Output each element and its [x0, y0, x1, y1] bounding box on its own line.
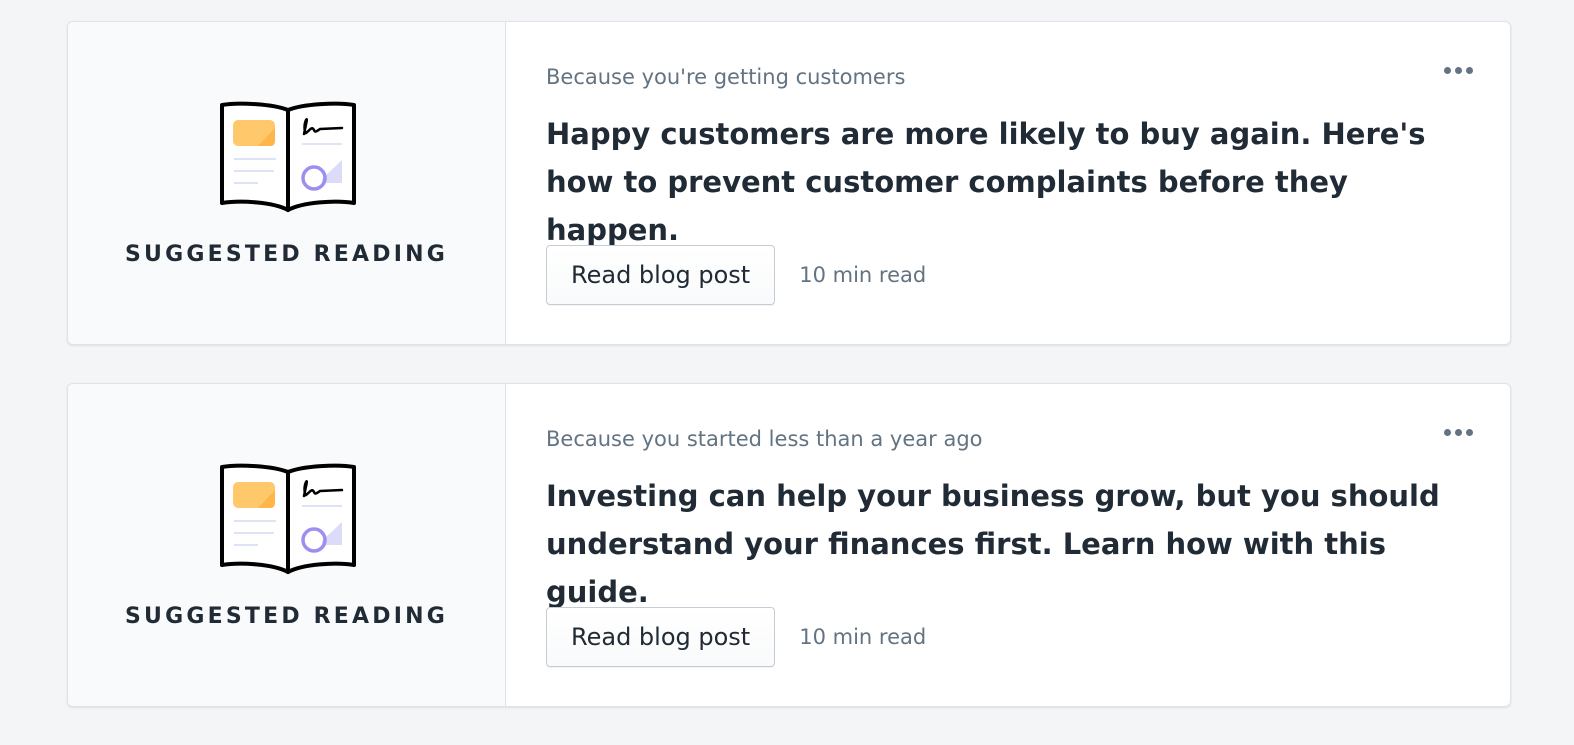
dot: [1465, 66, 1473, 74]
article-headline: Happy customers are more likely to buy a…: [546, 117, 1426, 247]
card-content: Because you're getting customers Happy c…: [506, 22, 1510, 344]
article-headline: Investing can help your business grow, b…: [546, 479, 1440, 609]
read-blog-post-button[interactable]: Read blog post: [546, 245, 776, 305]
open-book-icon: [220, 463, 356, 574]
suggested-reading-list: SUGGESTED READING Because you're getting…: [67, 21, 1511, 745]
open-book-icon: [220, 101, 356, 212]
recommendation-reason: Because you started less than a year ago: [546, 427, 983, 451]
dot: [1443, 66, 1451, 74]
suggested-reading-card: SUGGESTED READING Because you started le…: [67, 383, 1511, 707]
card-illustration-panel: SUGGESTED READING: [68, 384, 506, 706]
more-horizontal-icon[interactable]: [1436, 420, 1480, 444]
read-time-label: 10 min read: [799, 263, 927, 287]
dot: [1465, 428, 1473, 436]
more-horizontal-icon[interactable]: [1436, 58, 1480, 82]
dot: [1454, 428, 1462, 436]
dot: [1443, 428, 1451, 436]
card-illustration-panel: SUGGESTED READING: [68, 22, 506, 344]
card-actions: Read blog post 10 min read: [546, 245, 926, 305]
suggested-reading-card: SUGGESTED READING Because you're getting…: [67, 21, 1511, 345]
card-content: Because you started less than a year ago…: [506, 384, 1510, 706]
suggested-reading-label: SUGGESTED READING: [125, 242, 448, 267]
dot: [1454, 66, 1462, 74]
read-time-label: 10 min read: [799, 625, 927, 649]
read-blog-post-button[interactable]: Read blog post: [546, 607, 776, 667]
card-actions: Read blog post 10 min read: [546, 607, 926, 667]
recommendation-reason: Because you're getting customers: [546, 65, 906, 89]
suggested-reading-label: SUGGESTED READING: [125, 604, 448, 629]
